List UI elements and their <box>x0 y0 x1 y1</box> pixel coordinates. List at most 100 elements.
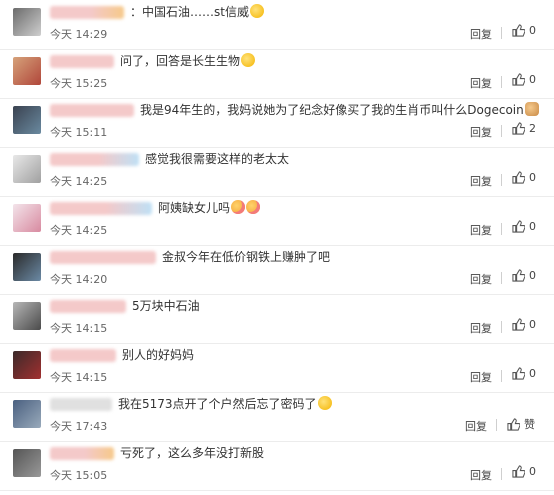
avatar[interactable] <box>13 155 41 183</box>
username-blurred[interactable] <box>50 104 134 117</box>
comment-time: 今天 15:11 <box>50 126 108 139</box>
comment-row: 阿姨缺女儿吗 今天 14:25 回复 0 <box>0 196 554 246</box>
comment-text: 我是94年生的，我妈说她为了纪念好像买了我的生肖币叫什么Dogecoin <box>140 102 539 118</box>
comment-text-value: 问了，回答是长生生物 <box>120 54 241 68</box>
like-button[interactable]: 0 <box>512 220 536 233</box>
reply-button[interactable]: 回复 <box>470 369 492 385</box>
comment-text: 感觉我很需要这样的老太太 <box>145 151 289 167</box>
thumbs-up-icon <box>512 318 526 331</box>
comment-text: 阿姨缺女儿吗 <box>158 200 261 216</box>
comment-text-value: 别人的好妈妈 <box>122 348 195 362</box>
username-blurred[interactable] <box>50 6 124 19</box>
thumbs-up-icon <box>512 122 526 135</box>
comment-row: 别人的好妈妈今天 14:15 回复 0 <box>0 343 554 393</box>
blush-emoji-icon <box>246 200 261 214</box>
comment-time: 今天 15:05 <box>50 469 108 482</box>
laugh-emoji-icon <box>317 396 332 410</box>
comment-row: 我是94年生的，我妈说她为了纪念好像买了我的生肖币叫什么Dogecoin 今天 1… <box>0 98 554 148</box>
comment-row: 金叔今年在低价钢铁上赚肿了吧今天 14:20 回复 0 <box>0 245 554 295</box>
avatar[interactable] <box>13 351 41 379</box>
avatar[interactable] <box>13 8 41 36</box>
action-divider <box>501 125 502 137</box>
comment-text: 5万块中石油 <box>132 298 200 314</box>
username-blurred[interactable] <box>50 398 112 411</box>
avatar[interactable] <box>13 449 41 477</box>
like-button[interactable]: 2 <box>512 122 536 135</box>
like-button[interactable]: 0 <box>512 269 536 282</box>
username-blurred[interactable] <box>50 153 139 166</box>
action-divider <box>501 174 502 186</box>
avatar[interactable] <box>13 302 41 330</box>
like-button[interactable]: 赞 <box>507 416 535 432</box>
action-divider <box>501 370 502 382</box>
username-blurred[interactable] <box>50 349 116 362</box>
like-count: 0 <box>529 269 536 282</box>
avatar[interactable] <box>13 106 41 134</box>
action-divider <box>501 223 502 235</box>
avatar[interactable] <box>13 253 41 281</box>
comment-time: 今天 14:29 <box>50 28 108 41</box>
like-button[interactable]: 0 <box>512 24 536 37</box>
username-blurred[interactable] <box>50 251 156 264</box>
reply-button[interactable]: 回复 <box>470 467 492 483</box>
comment-time: 今天 15:25 <box>50 77 108 90</box>
laugh-emoji-icon <box>249 4 264 18</box>
blush-emoji-icon <box>231 200 246 214</box>
reply-button[interactable]: 回复 <box>470 271 492 287</box>
thumbs-up-icon <box>512 24 526 37</box>
comment-text-value: 感觉我很需要这样的老太太 <box>145 152 290 166</box>
username-blurred[interactable] <box>50 447 114 460</box>
comment-row: 亏死了，这么多年没打新股 今天 15:05 回复 0 <box>0 441 554 491</box>
comment-text: 亏死了，这么多年没打新股 <box>120 445 264 461</box>
reply-button[interactable]: 回复 <box>470 222 492 238</box>
laugh-emoji-icon <box>241 53 256 67</box>
reply-button[interactable]: 回复 <box>470 26 492 42</box>
reply-button[interactable]: 回复 <box>470 75 492 91</box>
avatar[interactable] <box>13 204 41 232</box>
comment-text-value: 亏死了，这么多年没打新股 <box>120 446 265 460</box>
comment-text: 别人的好妈妈 <box>122 347 194 363</box>
like-count: 0 <box>529 24 536 37</box>
comment-row: 问了，回答是长生生物 今天 15:25 回复 0 <box>0 49 554 99</box>
thumbs-up-icon <box>512 367 526 380</box>
comment-text: 我在5173点开了个户然后忘了密码了 <box>118 396 332 412</box>
action-divider <box>501 27 502 39</box>
thumbs-up-icon <box>512 269 526 282</box>
action-divider <box>501 272 502 284</box>
like-button[interactable]: 0 <box>512 171 536 184</box>
comment-time: 今天 14:15 <box>50 371 108 384</box>
reply-button[interactable]: 回复 <box>470 320 492 336</box>
avatar[interactable] <box>13 57 41 85</box>
action-divider <box>501 321 502 333</box>
comment-text-value: 我是94年生的，我妈说她为了纪念好像买了我的生肖币叫什么Dogecoin <box>140 103 524 117</box>
like-count: 0 <box>529 73 536 86</box>
like-count: 0 <box>529 171 536 184</box>
like-button[interactable]: 0 <box>512 367 536 380</box>
avatar[interactable] <box>13 400 41 428</box>
comment-text-value: 我在5173点开了个户然后忘了密码了 <box>118 397 317 411</box>
reply-button[interactable]: 回复 <box>470 124 492 140</box>
like-button[interactable]: 0 <box>512 318 536 331</box>
action-divider <box>496 419 497 431</box>
thumbs-up-icon <box>512 73 526 86</box>
like-count: 0 <box>529 367 536 380</box>
comment-row: ：中国石油……st信威今天 14:29 回复 0 <box>0 0 554 50</box>
reply-button[interactable]: 回复 <box>465 418 487 434</box>
username-blurred[interactable] <box>50 55 114 68</box>
comment-text: 金叔今年在低价钢铁上赚肿了吧 <box>162 249 330 265</box>
comment-row: 5万块中石油 今天 14:15 回复 0 <box>0 294 554 344</box>
comment-text-value: ：中国石油……st信威 <box>130 5 249 19</box>
comment-time: 今天 17:43 <box>50 420 108 433</box>
thumbs-up-icon <box>512 171 526 184</box>
username-blurred[interactable] <box>50 300 126 313</box>
like-count: 2 <box>529 122 536 135</box>
comment-text-value: 金叔今年在低价钢铁上赚肿了吧 <box>162 250 331 264</box>
username-blurred[interactable] <box>50 202 152 215</box>
like-button[interactable]: 0 <box>512 465 536 478</box>
action-divider <box>501 76 502 88</box>
like-button[interactable]: 0 <box>512 73 536 86</box>
reply-button[interactable]: 回复 <box>470 173 492 189</box>
action-divider <box>501 468 502 480</box>
comment-time: 今天 14:20 <box>50 273 108 286</box>
comment-row: 我在5173点开了个户然后忘了密码了 今天 17:43 回复 赞 <box>0 392 554 442</box>
